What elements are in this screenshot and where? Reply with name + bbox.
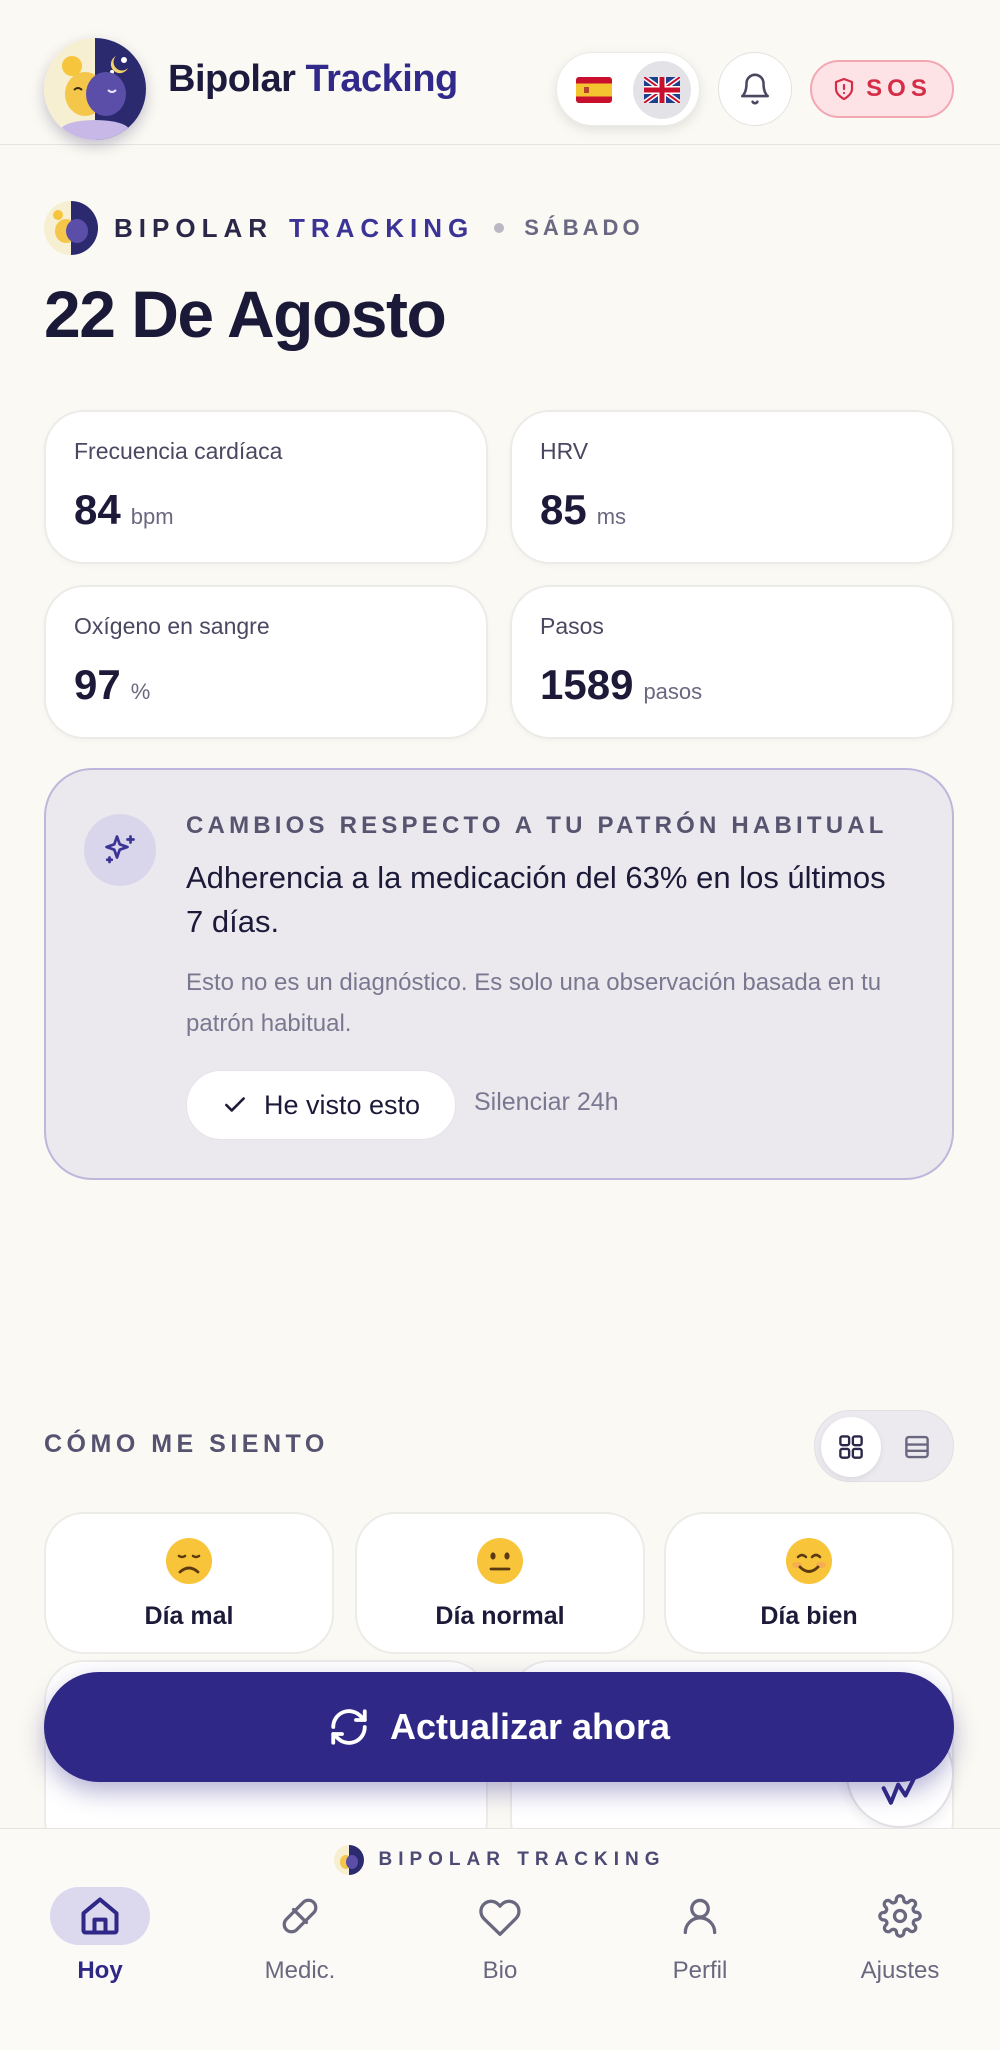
metric-value: 85 ms	[540, 486, 626, 534]
pill-icon	[282, 1898, 318, 1934]
top-bar: Bipolar Tracking SOS	[0, 0, 1000, 145]
metric-number: 1589	[540, 661, 634, 708]
metric-number: 85	[540, 486, 587, 533]
shield-alert-icon	[835, 77, 854, 101]
app-title-part1: Bipolar	[168, 58, 296, 100]
language-switcher	[556, 52, 700, 126]
mood-option-label: Día bien	[760, 1602, 858, 1630]
insight-kicker: CAMBIOS RESPECTO A TU PATRÓN HABITUAL	[186, 812, 888, 839]
page-title-date: 22 De Agosto	[44, 277, 447, 351]
notifications-button[interactable]	[718, 52, 792, 126]
metric-label: Pasos	[540, 613, 604, 639]
language-es-button[interactable]	[565, 61, 623, 119]
language-en-button[interactable]	[633, 61, 691, 119]
gear-icon	[878, 1894, 922, 1938]
nav-brand: BIPOLAR TRACKING	[0, 1843, 1000, 1877]
mute-24h-button[interactable]: Silenciar 24h	[474, 1088, 619, 1117]
view-mode-toggle	[814, 1410, 954, 1482]
insight-title: Adherencia a la medicación del 63% en lo…	[186, 860, 886, 939]
metric-card-hrv[interactable]: HRV 85 ms	[510, 410, 954, 564]
app-title-part2: Tracking	[305, 58, 458, 100]
metric-card-blood-oxygen[interactable]: Oxígeno en sangre 97%	[44, 585, 488, 739]
refresh-now-button[interactable]: Actualizar ahora	[44, 1672, 954, 1782]
kicker-brand-2: TRACKING	[289, 212, 475, 243]
sad-face-icon	[46, 1536, 332, 1586]
kicker-logo	[44, 201, 98, 255]
spain-flag-icon	[576, 77, 612, 103]
nav-item-home[interactable]: Hoy	[20, 1879, 180, 1999]
refresh-icon	[331, 1709, 367, 1745]
kicker-brand-1: BIPOLAR	[114, 212, 273, 243]
nav-item-profile[interactable]: Perfil	[620, 1879, 780, 1999]
mood-option-label: Día normal	[435, 1602, 565, 1630]
insight-card: CAMBIOS RESPECTO A TU PATRÓN HABITUAL Ad…	[44, 768, 954, 1180]
nav-item-bio[interactable]: Bio	[420, 1879, 580, 1999]
metric-unit: bpm	[130, 504, 174, 529]
smiling-face-icon	[666, 1536, 952, 1586]
mood-option-normal[interactable]: Día normal	[355, 1512, 645, 1654]
seen-this-label: He visto esto	[263, 1089, 421, 1120]
metric-value: 97%	[74, 661, 150, 709]
mood-section-title: CÓMO ME SIENTO	[44, 1430, 329, 1458]
sparkle-icon	[105, 835, 135, 864]
nav-brand-text: BIPOLAR TRACKING	[378, 1849, 666, 1870]
nav-label: Ajustes	[860, 1957, 940, 1984]
metric-unit: pasos	[643, 679, 703, 704]
home-icon	[81, 1897, 119, 1935]
user-icon	[683, 1898, 717, 1935]
metric-number: 97	[74, 661, 121, 708]
metric-label: HRV	[540, 438, 589, 464]
sparkle-icon-badge	[84, 814, 156, 886]
bell-icon	[740, 73, 770, 105]
check-icon	[224, 1097, 245, 1112]
list-icon	[905, 1435, 929, 1459]
metric-unit: %	[130, 679, 151, 704]
bottom-navigation: BIPOLAR TRACKING Hoy Medic. Bio Perfil A…	[0, 1828, 1000, 2050]
metric-unit: ms	[596, 504, 627, 529]
weekday-label: SÁBADO	[524, 215, 644, 240]
refresh-now-label: Actualizar ahora	[389, 1706, 671, 1747]
list-view-button[interactable]	[887, 1417, 947, 1477]
neutral-face-icon	[357, 1536, 643, 1586]
metric-number: 84	[74, 486, 121, 533]
mood-option-good[interactable]: Día bien	[664, 1512, 954, 1654]
nav-label: Perfil	[672, 1957, 728, 1984]
metric-value: 1589 pasos	[540, 661, 702, 709]
metric-label: Oxígeno en sangre	[74, 613, 270, 639]
seen-this-button[interactable]: He visto esto	[186, 1070, 456, 1140]
app-logo	[44, 38, 146, 140]
page-kicker: BIPOLAR TRACKING SÁBADO	[44, 201, 644, 255]
grid-icon	[839, 1435, 863, 1459]
mood-option-bad[interactable]: Día mal	[44, 1512, 334, 1654]
nav-item-settings[interactable]: Ajustes	[820, 1879, 980, 1999]
metric-value: 84 bpm	[74, 486, 174, 534]
metric-label: Frecuencia cardíaca	[74, 438, 283, 464]
separator-dot	[494, 223, 505, 233]
insight-disclaimer: Esto no es un diagnóstico. Es solo una o…	[186, 969, 882, 1037]
nav-label: Medic.	[264, 1957, 336, 1984]
nav-label: Hoy	[77, 1957, 123, 1984]
metric-card-heart-rate[interactable]: Frecuencia cardíaca 84 bpm	[44, 410, 488, 564]
grid-view-button[interactable]	[821, 1417, 881, 1477]
metric-card-steps[interactable]: Pasos 1589 pasos	[510, 585, 954, 739]
sos-button[interactable]: SOS	[810, 60, 954, 118]
nav-brand-logo	[334, 1845, 365, 1875]
heart-icon	[479, 1899, 521, 1936]
nav-item-medication[interactable]: Medic.	[220, 1879, 380, 1999]
uk-flag-icon	[644, 77, 680, 103]
sos-label: SOS	[866, 75, 932, 102]
mood-option-label: Día mal	[144, 1602, 234, 1630]
app-title: Bipolar Tracking	[168, 58, 458, 101]
nav-label: Bio	[482, 1957, 518, 1984]
